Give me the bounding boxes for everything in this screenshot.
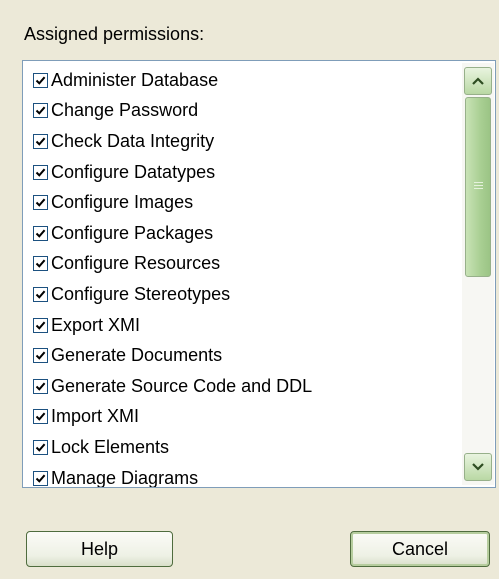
checkmark-icon bbox=[35, 259, 46, 269]
checkmark-icon bbox=[35, 76, 46, 85]
permission-label: Configure Datatypes bbox=[51, 161, 216, 182]
cancel-button[interactable]: Cancel bbox=[350, 531, 490, 567]
permission-label: Configure Resources bbox=[51, 253, 221, 274]
checkbox[interactable] bbox=[33, 470, 48, 486]
assigned-permissions-label: Assigned permissions: bbox=[24, 24, 205, 44]
checkmark-icon bbox=[35, 351, 46, 360]
permission-label: Generate Source Code and DDL bbox=[51, 375, 313, 396]
checkmark-icon bbox=[35, 382, 46, 391]
permission-item[interactable]: Configure Datatypes bbox=[23, 157, 461, 188]
permission-item[interactable]: Generate Documents bbox=[23, 340, 461, 371]
checkbox[interactable] bbox=[33, 378, 48, 394]
checkbox[interactable] bbox=[33, 225, 48, 241]
checkmark-icon bbox=[35, 443, 46, 452]
checkbox[interactable] bbox=[33, 409, 48, 425]
permissions-list: Administer Database Change Password Chec… bbox=[23, 65, 461, 488]
arrow-down-icon bbox=[472, 463, 484, 471]
checkmark-icon bbox=[35, 290, 46, 299]
permission-item[interactable]: Import XMI bbox=[23, 402, 461, 433]
checkmark-icon bbox=[35, 137, 46, 146]
arrow-up-icon bbox=[472, 77, 484, 85]
permission-label: Generate Documents bbox=[51, 345, 223, 366]
permissions-listbox[interactable]: Administer Database Change Password Chec… bbox=[22, 60, 496, 488]
permission-item[interactable]: Generate Source Code and DDL bbox=[23, 371, 461, 402]
scroll-down-button[interactable] bbox=[464, 453, 492, 481]
checkmark-icon bbox=[35, 106, 46, 116]
help-button[interactable]: Help bbox=[26, 531, 173, 567]
permission-item[interactable]: Export XMI bbox=[23, 310, 461, 341]
permission-label: Configure Images bbox=[51, 192, 194, 213]
permission-label: Change Password bbox=[51, 100, 199, 121]
checkmark-icon bbox=[35, 321, 46, 330]
checkbox[interactable] bbox=[33, 317, 48, 333]
permission-item[interactable]: Lock Elements bbox=[23, 432, 461, 463]
permission-item[interactable]: Change Password bbox=[23, 96, 461, 127]
checkmark-icon bbox=[35, 198, 46, 207]
checkmark-icon bbox=[35, 474, 46, 483]
checkbox[interactable] bbox=[33, 439, 48, 455]
checkbox[interactable] bbox=[33, 286, 48, 302]
permission-item[interactable]: Check Data Integrity bbox=[23, 126, 461, 157]
checkbox[interactable] bbox=[33, 72, 48, 88]
permission-label: Configure Stereotypes bbox=[51, 283, 231, 304]
permission-label: Configure Packages bbox=[51, 222, 214, 243]
permission-label: Export XMI bbox=[51, 314, 141, 335]
permission-label: Check Data Integrity bbox=[51, 130, 215, 151]
scroll-thumb[interactable] bbox=[465, 97, 491, 277]
checkbox[interactable] bbox=[33, 103, 48, 119]
checkmark-icon bbox=[35, 412, 46, 422]
grip-icon bbox=[474, 182, 483, 183]
checkbox[interactable] bbox=[33, 256, 48, 272]
permission-label: Administer Database bbox=[51, 69, 219, 90]
permissions-panel: Assigned permissions: Administer Databas… bbox=[0, 0, 499, 579]
checkmark-icon bbox=[35, 168, 46, 177]
permission-label: Lock Elements bbox=[51, 436, 170, 457]
permission-label: Import XMI bbox=[51, 406, 140, 427]
permission-item[interactable]: Configure Packages bbox=[23, 218, 461, 249]
checkbox[interactable] bbox=[33, 195, 48, 211]
permission-item[interactable]: Administer Database bbox=[23, 65, 461, 96]
vertical-scrollbar[interactable] bbox=[462, 63, 494, 485]
checkmark-icon bbox=[35, 229, 46, 238]
checkbox[interactable] bbox=[33, 348, 48, 364]
scroll-up-button[interactable] bbox=[464, 67, 492, 95]
checkbox[interactable] bbox=[33, 133, 48, 149]
checkbox[interactable] bbox=[33, 164, 48, 180]
permission-item[interactable]: Configure Stereotypes bbox=[23, 279, 461, 310]
permission-item[interactable]: Manage Diagrams bbox=[23, 463, 461, 488]
permission-item[interactable]: Configure Resources bbox=[23, 249, 461, 280]
permission-label: Manage Diagrams bbox=[51, 467, 199, 488]
permission-item[interactable]: Configure Images bbox=[23, 187, 461, 218]
